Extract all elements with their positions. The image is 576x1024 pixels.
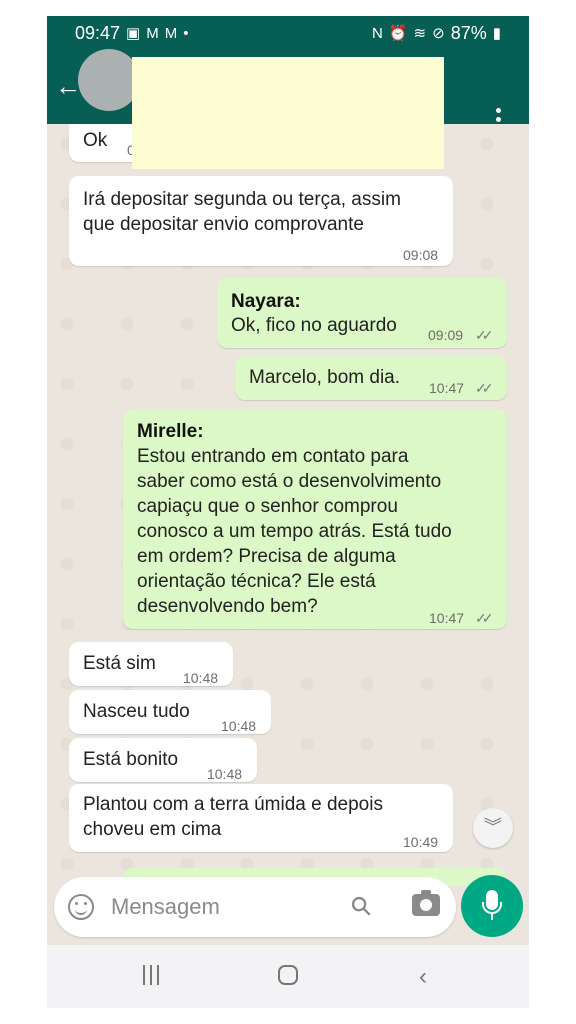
scroll-down-button[interactable]: ︾ xyxy=(473,808,513,848)
message-text-line: orientação técnica? Ele está xyxy=(137,571,376,592)
message-bubble[interactable]: Está bonito 10:48 xyxy=(69,738,257,782)
status-bar: 09:47 ▣ M M • N ⏰ ≋ ⊘ 87% ▮ xyxy=(47,16,529,50)
message-bubble[interactable]: Mirelle: Estou entrando em contato para … xyxy=(123,409,507,629)
status-time: 09:47 xyxy=(75,23,121,43)
double-check-icon: ✓✓ xyxy=(475,610,494,626)
battery-percent: 87% xyxy=(450,23,487,43)
attach-icon[interactable]: ⚲ xyxy=(344,889,379,924)
message-text-line: que depositar envio comprovante xyxy=(83,214,364,235)
message-time: 10:47 xyxy=(429,610,465,626)
message-bubble[interactable]: Ok 0 xyxy=(69,124,141,162)
battery-icon: ▮ xyxy=(492,24,501,42)
message-bubble[interactable]: Está sim 10:48 xyxy=(69,642,233,686)
message-text-line: Irá depositar segunda ou terça, assim xyxy=(83,189,401,210)
message-text: Está bonito xyxy=(83,749,179,770)
wifi-icon: ≋ xyxy=(413,24,427,42)
message-bubble[interactable]: Irá depositar segunda ou terça, assim qu… xyxy=(69,176,453,266)
image-icon: ▣ xyxy=(126,24,141,42)
message-text-line: Estou entrando em contato para xyxy=(137,446,409,467)
double-check-icon: ✓✓ xyxy=(475,327,494,343)
message-author: Nayara: xyxy=(231,291,301,312)
message-text-line: em ordem? Precisa de alguma xyxy=(137,546,396,567)
emoji-icon[interactable] xyxy=(68,894,94,920)
message-bubble[interactable]: Nayara: Ok, fico no aguardo 09:09 ✓✓ xyxy=(217,278,507,348)
double-check-icon: ✓✓ xyxy=(475,380,494,396)
dnd-icon: ⊘ xyxy=(432,24,445,42)
status-left: 09:47 ▣ M M • xyxy=(75,23,189,44)
message-time: 10:48 xyxy=(183,670,219,686)
message-text-line: saber como está o desenvolvimento xyxy=(137,471,442,492)
message-text: Nasceu tudo xyxy=(83,701,190,722)
gmail-icon: M xyxy=(164,24,178,42)
voice-record-button[interactable] xyxy=(461,875,523,937)
message-composer[interactable]: Mensagem ⚲ xyxy=(54,877,456,937)
message-time: 10:47 xyxy=(429,380,465,396)
nav-back-icon[interactable]: ‹ xyxy=(419,963,427,991)
message-time: 09:09 xyxy=(428,327,464,343)
message-bubble[interactable]: Nasceu tudo 10:48 xyxy=(69,690,271,734)
phone-screen: 09:47 ▣ M M • N ⏰ ≋ ⊘ 87% ▮ ← Ok 0 Irá d… xyxy=(47,16,529,1008)
message-bubble[interactable]: Plantou com a terra úmida e depois chove… xyxy=(69,784,453,852)
chevron-double-down-icon: ︾ xyxy=(484,817,502,837)
system-nav-bar: ‹ xyxy=(47,945,529,1008)
message-author: Mirelle: xyxy=(137,421,204,442)
message-text-line: Plantou com a terra úmida e depois xyxy=(83,794,383,815)
nfc-icon: N xyxy=(372,24,383,42)
message-text-line: choveu em cima xyxy=(83,819,222,840)
recent-apps-icon[interactable] xyxy=(143,965,165,987)
camera-icon[interactable] xyxy=(412,890,440,916)
message-text: Ok xyxy=(83,130,108,151)
message-text-line: capiaçu que o senhor comprou xyxy=(137,496,398,517)
message-bubble[interactable]: Marcelo, bom dia. 10:47 ✓✓ xyxy=(235,356,507,400)
message-text: Ok, fico no aguardo xyxy=(231,315,397,336)
message-text-line: conosco a um tempo atrás. Está tudo xyxy=(137,521,452,542)
message-input[interactable]: Mensagem xyxy=(111,894,220,920)
gmail-icon: M xyxy=(146,24,159,42)
message-time: 10:49 xyxy=(403,834,439,850)
status-right: N ⏰ ≋ ⊘ 87% ▮ xyxy=(372,23,501,44)
chat-area[interactable]: Ok 0 Irá depositar segunda ou terça, ass… xyxy=(47,124,529,886)
microphone-stem xyxy=(491,913,493,920)
redacted-contact-name xyxy=(132,57,444,169)
message-time: 10:48 xyxy=(221,718,257,734)
message-text-line: desenvolvendo bem? xyxy=(137,596,318,617)
message-text: Está sim xyxy=(83,653,156,674)
notification-dot-icon: • xyxy=(183,24,189,42)
message-text: Marcelo, bom dia. xyxy=(249,367,401,388)
avatar[interactable] xyxy=(78,49,140,111)
alarm-icon: ⏰ xyxy=(388,24,408,42)
home-icon[interactable] xyxy=(278,965,298,985)
message-time: 09:08 xyxy=(403,247,439,263)
